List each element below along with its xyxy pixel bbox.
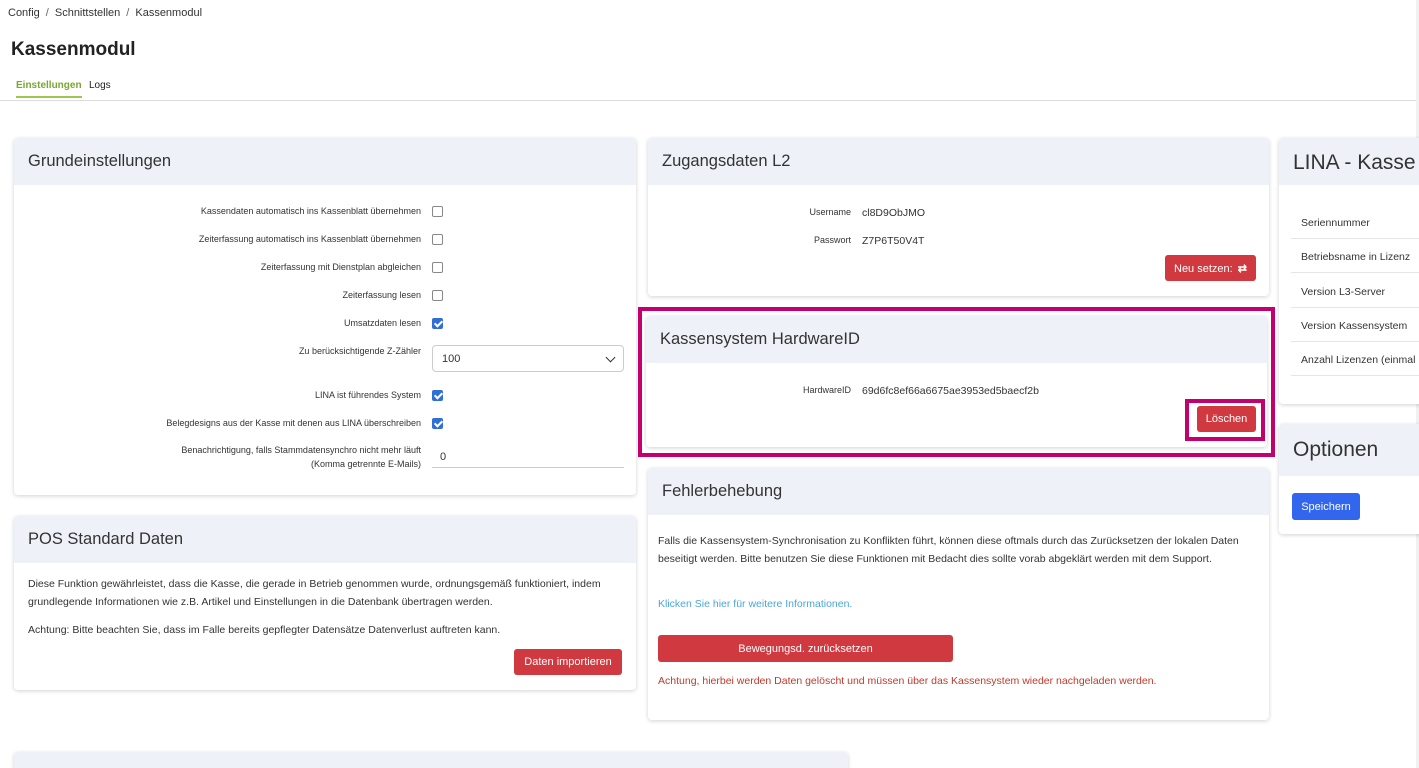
tab-einstellungen[interactable]: Einstellungen (16, 80, 82, 98)
z-zaehler-select[interactable]: 100 (432, 345, 624, 372)
page-title: Kassenmodul (11, 39, 136, 60)
setting-label: LINA ist führendes System (314, 390, 421, 400)
neu-setzen-button[interactable]: Neu setzen: ⇄ (1165, 255, 1256, 281)
password-label: Passwort (813, 235, 851, 245)
optionen-card: Optionen Speichern (1279, 424, 1419, 534)
daten-importieren-button[interactable]: Daten importieren (514, 649, 622, 675)
breadcrumb-config[interactable]: Config (8, 7, 40, 19)
setting-label: Kassendaten automatisch ins Kassenblatt … (200, 206, 421, 216)
setting-label: Umsatzdaten lesen (343, 318, 421, 328)
card-title: LINA - Kasse (1279, 138, 1419, 185)
username-label: Username (809, 207, 851, 217)
pos-warning: Achtung: Bitte beachten Sie, dass im Fal… (28, 624, 501, 636)
fehler-warning: Achtung, hierbei werden Daten gelöscht u… (658, 675, 1157, 687)
chevron-down-icon (605, 352, 616, 363)
breadcrumb-kassenmodul: Kassenmodul (135, 7, 203, 19)
list-item: Seriennummer (1291, 205, 1419, 239)
checkbox-belegdesigns[interactable] (432, 418, 443, 429)
grundeinstellungen-card: Grundeinstellungen Kassendaten automatis… (14, 138, 636, 495)
highlight-frame-button (1185, 399, 1265, 441)
select-value: 100 (442, 353, 461, 365)
breadcrumb-separator: / (126, 7, 130, 19)
checkbox-umsatzdaten[interactable] (432, 318, 443, 329)
fehler-description: Falls die Kassensystem-Synchronisation z… (658, 535, 1239, 565)
card-title: Fehlerbehebung (648, 468, 1269, 515)
refresh-icon: ⇄ (1237, 262, 1247, 275)
pos-description: Diese Funktion gewährleistet, dass die K… (28, 578, 601, 608)
breadcrumb-schnittstellen[interactable]: Schnittstellen (55, 7, 120, 19)
breadcrumb-separator: / (45, 7, 49, 19)
checkbox-lina-fuehrend[interactable] (432, 390, 443, 401)
list-item: Anzahl Lizenzen (einmal (1291, 342, 1419, 376)
breadcrumb: Config / Schnittstellen / Kassenmodul (8, 7, 202, 19)
tab-logs[interactable]: Logs (89, 80, 111, 91)
setting-label: Zeiterfassung mit Dienstplan abgleichen (260, 262, 421, 272)
setting-label: Zeiterfassung automatisch ins Kassenblat… (198, 234, 421, 244)
card-title: Zugangsdaten L2 (648, 138, 1269, 185)
list-item: Version Kassensystem (1291, 308, 1419, 342)
zugangsdaten-card: Zugangsdaten L2 Username cl8D9ObJMO Pass… (648, 138, 1269, 296)
card-title: Grundeinstellungen (14, 138, 636, 185)
card-title: Optionen (1279, 424, 1419, 476)
setting-label: Zu berücksichtigende Z-Zähler (298, 346, 421, 356)
list-item: Version L3-Server (1291, 274, 1419, 308)
setting-label: (Komma getrennte E-Mails) (310, 459, 421, 469)
card-title: POS Standard Daten (14, 516, 636, 563)
username-value: cl8D9ObJMO (862, 207, 926, 219)
speichern-button[interactable]: Speichern (1292, 493, 1360, 520)
pos-standard-card: POS Standard Daten Diese Funktion gewähr… (14, 516, 636, 690)
bewegungsdaten-zuruecksetzen-button[interactable]: Bewegungsd. zurücksetzen (658, 635, 953, 662)
checkbox-zeiterfassung-auto[interactable] (432, 234, 443, 245)
list-item: Betriebsname in Lizenz (1291, 239, 1419, 273)
setting-label: Belegdesigns aus der Kasse mit denen aus… (166, 418, 421, 428)
checkbox-dienstplan[interactable] (432, 262, 443, 273)
fehlerbehebung-card: Fehlerbehebung Falls die Kassensystem-Sy… (648, 468, 1269, 720)
password-value: Z7P6T50V4T (862, 235, 925, 247)
tab-bar: Einstellungen Logs (0, 78, 1416, 101)
more-info-link[interactable]: Klicken Sie hier für weitere Information… (658, 595, 852, 613)
highlight-frame (638, 307, 1275, 457)
checkbox-kassendaten[interactable] (432, 206, 443, 217)
checkbox-zeiterfassung-lesen[interactable] (432, 290, 443, 301)
bottom-card (14, 752, 848, 768)
lina-kasse-card: LINA - Kasse Seriennummer Betriebsname i… (1279, 138, 1419, 404)
setting-label: Benachrichtigung, falls Stammdatensynchr… (181, 445, 421, 455)
notification-email-input[interactable]: 0 (432, 446, 624, 468)
setting-label: Zeiterfassung lesen (342, 290, 421, 300)
card-header (14, 752, 848, 768)
button-label: Neu setzen: (1174, 262, 1233, 275)
